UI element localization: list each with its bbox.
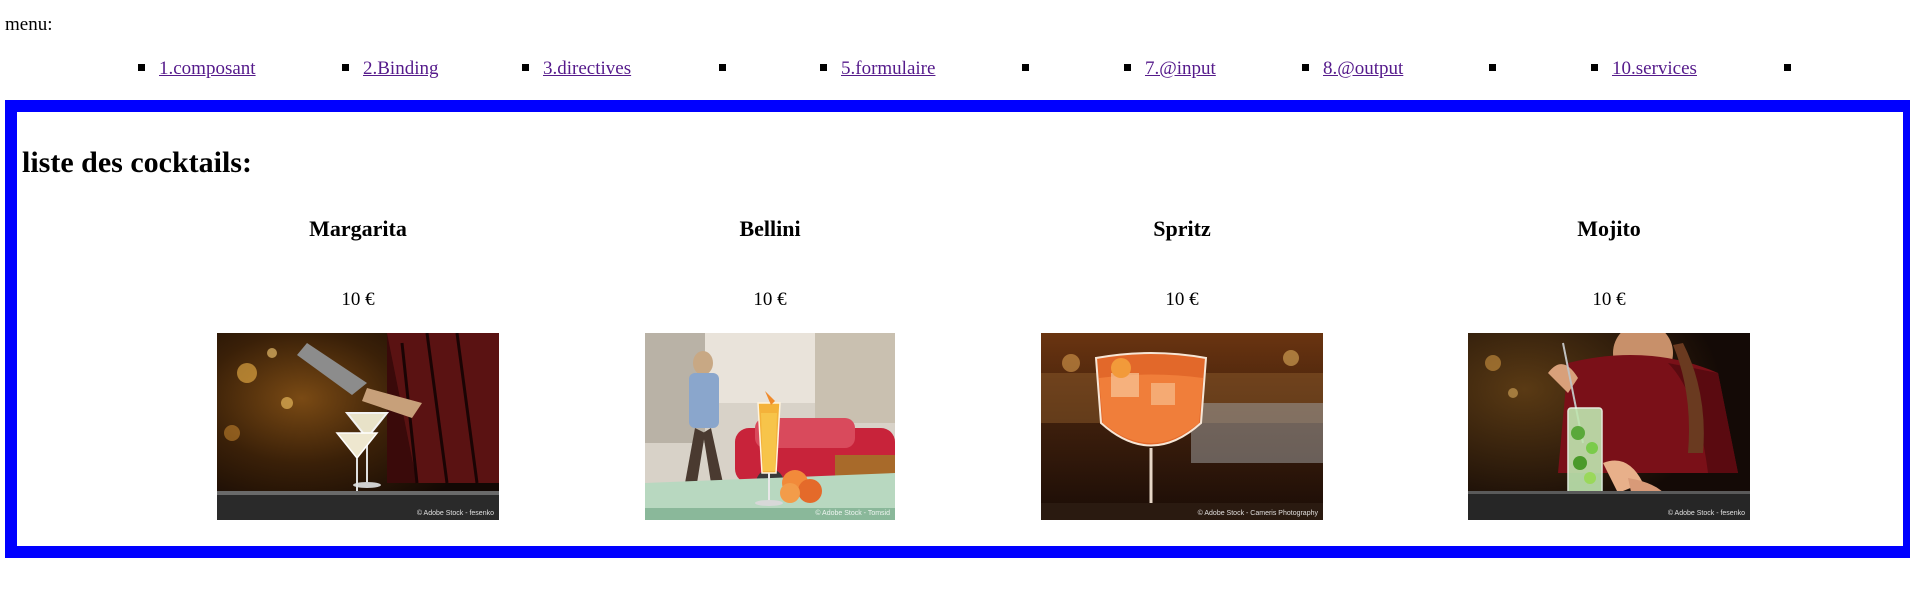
menu-item-9 — [1489, 56, 1510, 82]
menu-link-binding[interactable]: 2.Binding — [363, 58, 438, 79]
photo-credit: © Adobe Stock - fesenko — [416, 510, 494, 517]
menu-item-4 — [719, 56, 740, 82]
cocktail-name: Mojito — [1577, 216, 1641, 241]
cocktail-name: Bellini — [739, 216, 801, 241]
cocktail-name: Spritz — [1153, 216, 1211, 241]
menu-item-directives: 3.directives — [522, 56, 631, 82]
menu-list: 1.composant 2.Binding 3.directives 5.for… — [0, 56, 1910, 84]
bullet-icon — [820, 64, 827, 72]
cocktail-price: 10 € — [1165, 289, 1199, 310]
menu-link-formulaire[interactable]: 5.formulaire — [841, 58, 935, 79]
menu-item-services: 10.services — [1591, 56, 1697, 82]
bullet-icon — [1022, 64, 1029, 72]
bullet-icon — [522, 64, 529, 72]
menu-item-input: 7.@input — [1124, 56, 1216, 82]
bullet-icon — [138, 64, 145, 72]
cocktail-price: 10 € — [1592, 289, 1626, 310]
photo-credit: © Adobe Stock - fesenko — [1667, 510, 1745, 517]
cocktail-photo-mojito: © Adobe Stock - fesenko — [1468, 333, 1750, 520]
cocktail-card-mojito: Mojito 10 € © Adobe Stock - fesenko — [1459, 112, 1759, 546]
bullet-icon — [1124, 64, 1131, 72]
menu-item-formulaire: 5.formulaire — [820, 56, 935, 82]
photo-credit: © Adobe Stock - Cameris Photography — [1197, 510, 1318, 517]
bullet-icon — [1784, 64, 1791, 72]
bullet-icon — [1489, 64, 1496, 72]
bullet-icon — [719, 64, 726, 72]
cocktail-price: 10 € — [341, 289, 375, 310]
cocktail-card-margarita: Margarita 10 € © Adobe Stock - fesenko — [208, 112, 508, 546]
cocktail-card-bellini: Bellini 10 € © Adobe Stock - Tomsid — [620, 112, 920, 546]
cocktail-card-spritz: Spritz 10 € © Adobe Stock - Cameris Phot… — [1032, 112, 1332, 546]
menu-item-6 — [1022, 56, 1043, 82]
bullet-icon — [1302, 64, 1309, 72]
page: menu: 1.composant 2.Binding 3.directives… — [0, 0, 1910, 610]
menu-link-input[interactable]: 7.@input — [1145, 58, 1216, 79]
menu-item-binding: 2.Binding — [342, 56, 438, 82]
bullet-icon — [342, 64, 349, 72]
menu-link-output[interactable]: 8.@output — [1323, 58, 1403, 79]
cocktail-photo-margarita: © Adobe Stock - fesenko — [217, 333, 499, 520]
bullet-icon — [1591, 64, 1598, 72]
menu-item-11 — [1784, 56, 1805, 82]
menu-link-composant[interactable]: 1.composant — [159, 58, 256, 79]
cocktail-photo-bellini: © Adobe Stock - Tomsid — [645, 333, 895, 520]
menu-link-services[interactable]: 10.services — [1612, 58, 1697, 79]
photo-credit: © Adobe Stock - Tomsid — [815, 510, 890, 517]
cocktail-photo-spritz: © Adobe Stock - Cameris Photography — [1041, 333, 1323, 520]
cocktail-name: Margarita — [309, 216, 407, 241]
menu-label: menu: — [5, 14, 53, 35]
menu-item-composant: 1.composant — [138, 56, 256, 82]
menu-link-directives[interactable]: 3.directives — [543, 58, 631, 79]
cocktail-price: 10 € — [753, 289, 787, 310]
cocktail-list-panel: liste des cocktails: Margarita 10 € © Ad… — [5, 100, 1910, 558]
menu-item-output: 8.@output — [1302, 56, 1403, 82]
